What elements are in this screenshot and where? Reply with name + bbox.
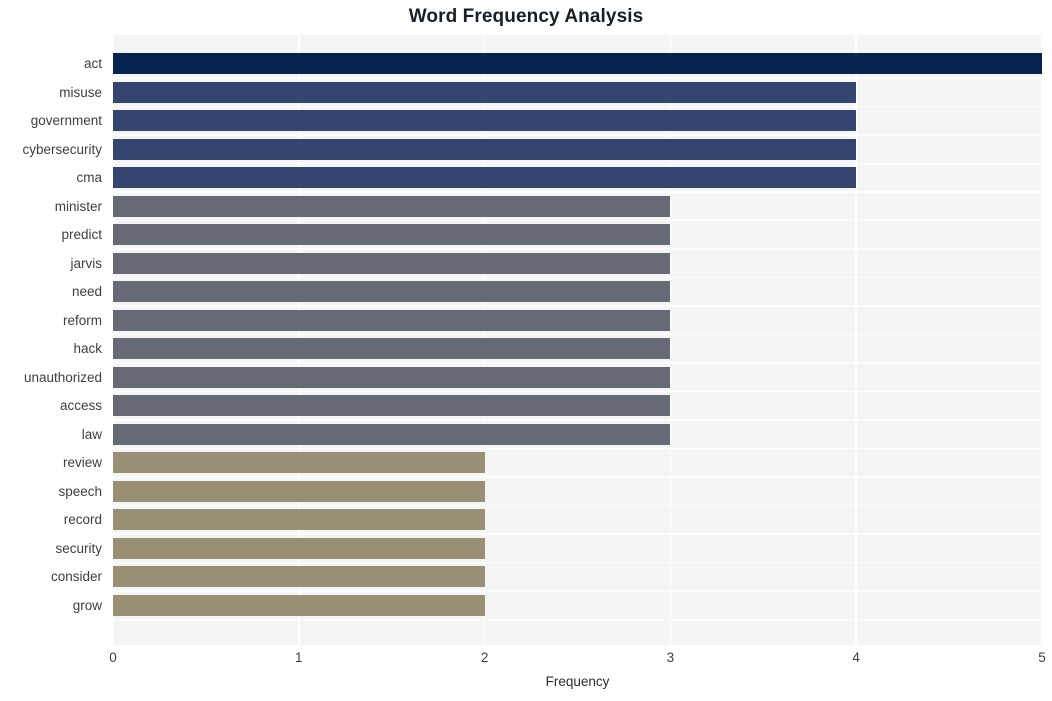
bar [113,195,671,217]
bar [113,423,671,445]
bar [113,338,671,360]
y-tick-label: need [71,284,102,300]
y-tick-label: minister [54,198,102,214]
x-axis-tick-labels: 0 1 2 3 4 5 [109,650,1046,672]
y-gridline [113,618,1042,621]
x-tick-label: 0 [109,650,117,665]
y-tick-label: predict [61,227,102,243]
y-tick-label: speech [58,483,102,499]
y-axis-tick-labels: act misuse government cybersecurity cma minis… [0,35,108,645]
y-gridline [113,333,1042,336]
bar [113,594,485,616]
y-gridline [113,561,1042,564]
y-gridline [113,533,1042,535]
bar [113,81,857,103]
y-gridline [113,305,1042,307]
y-tick-label: hack [73,341,102,357]
y-tick-label: access [59,398,102,414]
x-tick-label: 1 [295,650,303,665]
y-gridline [113,476,1042,478]
y-gridline [113,248,1042,250]
y-tick-label: reform [62,312,102,328]
y-tick-label: security [55,540,102,556]
x-tick-label: 4 [852,650,860,665]
y-tick-label: grow [72,597,102,613]
bar [113,537,485,559]
bar [113,53,1042,74]
bar [113,224,671,246]
bar [113,566,485,588]
y-tick-label: jarvis [70,255,102,271]
y-gridline [113,590,1042,592]
x-axis-title: Frequency [545,674,610,689]
x-tick-label: 5 [1038,650,1046,665]
bar [113,309,671,331]
bar [113,110,857,131]
bar [113,252,671,274]
y-gridline [113,276,1042,279]
plot-area [112,35,1043,645]
y-gridline [113,362,1042,364]
y-gridline [113,134,1042,136]
x-tick-label: 3 [666,650,675,665]
y-gridline [113,77,1042,79]
bar [113,452,485,474]
chart-figure: Word Frequency Analysis act misuse governm… [0,0,1052,701]
y-gridline [113,419,1042,421]
y-tick-label: act [83,56,102,71]
y-gridline [113,162,1042,165]
x-tick-label: 2 [480,650,489,665]
y-gridline [113,219,1042,222]
y-tick-label: cybersecurity [22,141,102,157]
y-tick-label: misuse [59,84,102,100]
y-tick-label: cma [76,170,102,186]
bar [113,395,671,417]
y-tick-label: record [63,512,102,528]
y-tick-label: consider [50,569,102,585]
chart-title: Word Frequency Analysis [408,6,644,27]
bar [113,281,671,303]
bar [113,366,671,388]
y-tick-label: review [62,455,102,471]
y-gridline [113,447,1042,450]
y-tick-label: unauthorized [23,369,102,385]
bar [113,167,857,189]
y-tick-label: law [81,426,102,442]
y-gridline [113,105,1042,107]
y-gridline [113,191,1042,193]
y-tick-label: government [30,113,102,128]
bar [113,138,857,160]
x-gridline [1041,35,1043,645]
y-gridline [113,390,1042,393]
bar [113,509,485,531]
y-gridline [113,504,1042,507]
bar [113,480,485,502]
